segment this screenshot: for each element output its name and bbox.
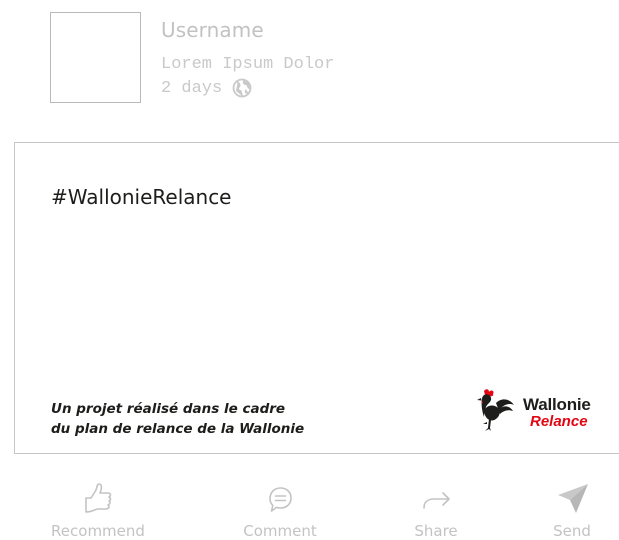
wallonie-relance-logo: Wallonie Relance <box>470 387 619 435</box>
post-meta: 2 days <box>161 78 252 98</box>
comment-button[interactable]: Comment <box>220 480 340 540</box>
project-caption: Un projet réalisé dans le cadre du plan … <box>51 399 304 439</box>
user-subtitle: Lorem Ipsum Dolor <box>161 55 335 74</box>
globe-icon <box>232 78 252 98</box>
action-bar: Recommend Comment Share Send <box>0 480 619 540</box>
thumbs-up-icon <box>85 483 112 513</box>
send-icon <box>558 484 588 513</box>
logo-word-relance: Relance <box>530 413 588 430</box>
comment-icon <box>269 487 292 512</box>
recommend-button[interactable]: Recommend <box>38 480 158 540</box>
avatar[interactable] <box>50 12 141 103</box>
recommend-label: Recommend <box>51 522 145 540</box>
logo-word-wallonie: Wallonie <box>523 395 591 414</box>
send-button[interactable]: Send <box>512 480 619 540</box>
share-label: Share <box>414 522 458 540</box>
project-caption-line-1: Un projet réalisé dans le cadre <box>51 401 286 417</box>
rooster-icon <box>477 389 514 431</box>
post-time: 2 days <box>161 78 223 98</box>
comment-label: Comment <box>243 522 317 540</box>
post-card[interactable]: #WallonieRelance Un projet réalisé dans … <box>14 142 619 454</box>
username[interactable]: Username <box>161 18 264 42</box>
share-arrow-icon <box>423 492 450 509</box>
hashtag-text[interactable]: #WallonieRelance <box>51 185 232 209</box>
share-button[interactable]: Share <box>376 480 496 540</box>
project-caption-line-2: du plan de relance de la Wallonie <box>51 421 305 437</box>
send-label: Send <box>553 522 591 540</box>
